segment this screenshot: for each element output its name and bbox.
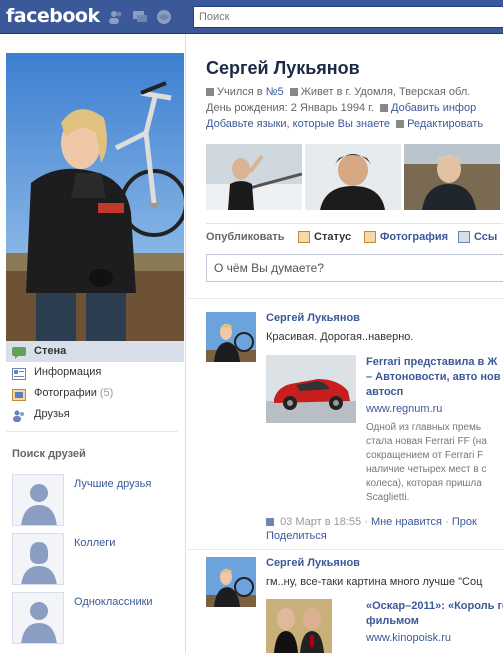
studied-prefix: Учился в (217, 86, 266, 98)
description-line: Одной из главных премь (366, 422, 482, 433)
wall-icon (12, 346, 26, 359)
divider (187, 298, 503, 299)
messages-icon[interactable] (132, 9, 148, 25)
attachment-title-line: Ferrari представила в Ж (366, 356, 498, 368)
attachment-thumbnail[interactable] (266, 599, 332, 653)
nav-item-label: Фотографии (34, 387, 97, 399)
main-column: Сергей Лукьянов Учился в №5 Живет в г. У… (187, 34, 503, 653)
publisher-label: Опубликовать (206, 231, 285, 243)
birthday: День рождения: 2 Январь 1994 г. (206, 102, 374, 114)
photo-thumbnail[interactable] (305, 144, 401, 210)
description-line: наличие четырех мест в с (366, 464, 487, 475)
info-icon (12, 367, 26, 380)
divider (187, 549, 503, 550)
story-author[interactable]: Сергей Лукьянов (266, 557, 360, 569)
tab-label: Статус (314, 231, 352, 243)
photos-icon (12, 388, 26, 401)
attachment-thumbnail[interactable] (266, 355, 356, 423)
notifications-icon[interactable] (156, 9, 172, 25)
more-link[interactable]: Прок (452, 516, 477, 528)
top-bar: facebook Поиск (0, 0, 503, 34)
attachment-title-line: автосп (366, 386, 404, 398)
lock-icon (380, 104, 389, 112)
attachment-url[interactable]: www.kinopoisk.ru (366, 632, 451, 644)
silhouette-avatar (12, 533, 64, 585)
author-avatar[interactable] (206, 312, 256, 362)
publisher-bar: Опубликовать Статус Фотография Ссы (206, 223, 503, 243)
author-avatar[interactable] (206, 557, 256, 607)
lives-text: Живет в г. Удомля, Тверская обл. (300, 86, 471, 98)
school-icon (206, 88, 214, 96)
feed-story: Сергей Лукьянов гм..ну, все-таки картина… (206, 557, 503, 653)
info-line-2: День рождения: 2 Январь 1994 г. Добавить… (206, 102, 476, 114)
attachment-title[interactable]: Ferrari представила в Ж – Автоновости, а… (366, 355, 503, 400)
friend-group-classmates[interactable]: Одноклассники (12, 592, 184, 644)
story-meta: 03 Март в 18:55 · Мне нравится · Прок (266, 516, 477, 528)
tab-status[interactable]: Статус (298, 231, 351, 243)
story-time[interactable]: 03 Март в 18:55 (280, 516, 361, 528)
description-line: Scaglietti. (366, 492, 410, 503)
attachment-description: Одной из главных премь стала новая Ferra… (366, 421, 503, 505)
tab-label: Фотография (380, 231, 449, 243)
share-link[interactable]: Поделиться (266, 530, 327, 542)
friend-group-best[interactable]: Лучшие друзья (12, 474, 184, 526)
story-message: Красивая. Дорогая..наверно. (266, 331, 414, 343)
info-line-1: Учился в №5 Живет в г. Удомля, Тверская … (206, 86, 470, 98)
left-sidebar: Стена Информация Фотографии (5) Друзья П… (0, 34, 186, 653)
edit-profile-link[interactable]: Редактировать (407, 118, 483, 130)
friend-group-label[interactable]: Лучшие друзья (74, 478, 151, 490)
status-icon (298, 231, 310, 243)
link-post-icon (266, 518, 274, 526)
silhouette-avatar (12, 474, 64, 526)
friend-group-label[interactable]: Одноклассники (74, 596, 153, 608)
attachment-title[interactable]: «Оскар–2011»: «Король гово фильмом (366, 599, 503, 629)
nav-item-photos[interactable]: Фотографии (5) (6, 383, 184, 404)
photo-icon (364, 231, 376, 243)
nav-item-label: Информация (34, 366, 102, 378)
profile-name: Сергей Лукьянов (206, 58, 360, 78)
home-icon (289, 88, 298, 96)
attachment-title-line: фильмом (366, 615, 419, 627)
silhouette-avatar (12, 592, 64, 644)
school-link[interactable]: №5 (266, 86, 284, 98)
info-line-3: Добавьте языки, которые Вы знаете Редакт… (206, 118, 483, 130)
feed-story: Сергей Лукьянов Красивая. Дорогая..навер… (206, 312, 503, 542)
profile-nav: Стена Информация Фотографии (5) Друзья (6, 341, 184, 425)
photos-count: (5) (99, 387, 114, 399)
facebook-logo[interactable]: facebook (6, 5, 100, 27)
tab-link[interactable]: Ссы (458, 231, 497, 243)
attachment-url[interactable]: www.regnum.ru (366, 403, 442, 415)
description-line: стала новая Ferrari FF (на (366, 436, 487, 447)
link-icon (458, 231, 470, 243)
add-languages-link[interactable]: Добавьте языки, которые Вы знаете (206, 118, 390, 130)
nav-item-friends[interactable]: Друзья (6, 404, 184, 425)
attachment-title-line: «Оскар–2011»: «Король гово (366, 600, 503, 612)
like-link[interactable]: Мне нравится (371, 516, 442, 528)
tab-photo[interactable]: Фотография (364, 231, 448, 243)
search-input[interactable]: Поиск (193, 6, 503, 28)
friend-group-colleagues[interactable]: Коллеги (12, 533, 184, 585)
nav-item-label: Друзья (34, 408, 70, 420)
tab-label: Ссы (474, 231, 498, 243)
profile-picture[interactable] (6, 53, 184, 363)
nav-item-label: Стена (34, 345, 67, 357)
friend-search-title: Поиск друзей (12, 448, 86, 460)
divider (6, 431, 178, 432)
description-line: сокращением от Ferrari F (366, 450, 484, 461)
add-info-link[interactable]: Добавить инфор (391, 102, 476, 114)
story-message: гм..ну, все-таки картина много лучше "Со… (266, 576, 483, 588)
story-share: Поделиться (266, 530, 327, 542)
description-line: колеса), которая пришла (366, 478, 482, 489)
status-input[interactable]: О чём Вы думаете? (206, 254, 503, 282)
attachment-title-line: – Автоновости, авто нов (366, 371, 501, 383)
friends-icon (12, 409, 26, 422)
photo-thumbnail[interactable] (206, 144, 302, 210)
pencil-icon (396, 120, 405, 128)
friend-requests-icon[interactable] (108, 9, 124, 25)
friend-group-label[interactable]: Коллеги (74, 537, 115, 549)
photo-thumbnail[interactable] (404, 144, 500, 210)
nav-item-wall[interactable]: Стена (6, 341, 184, 362)
story-author[interactable]: Сергей Лукьянов (266, 312, 360, 324)
nav-item-info[interactable]: Информация (6, 362, 184, 383)
